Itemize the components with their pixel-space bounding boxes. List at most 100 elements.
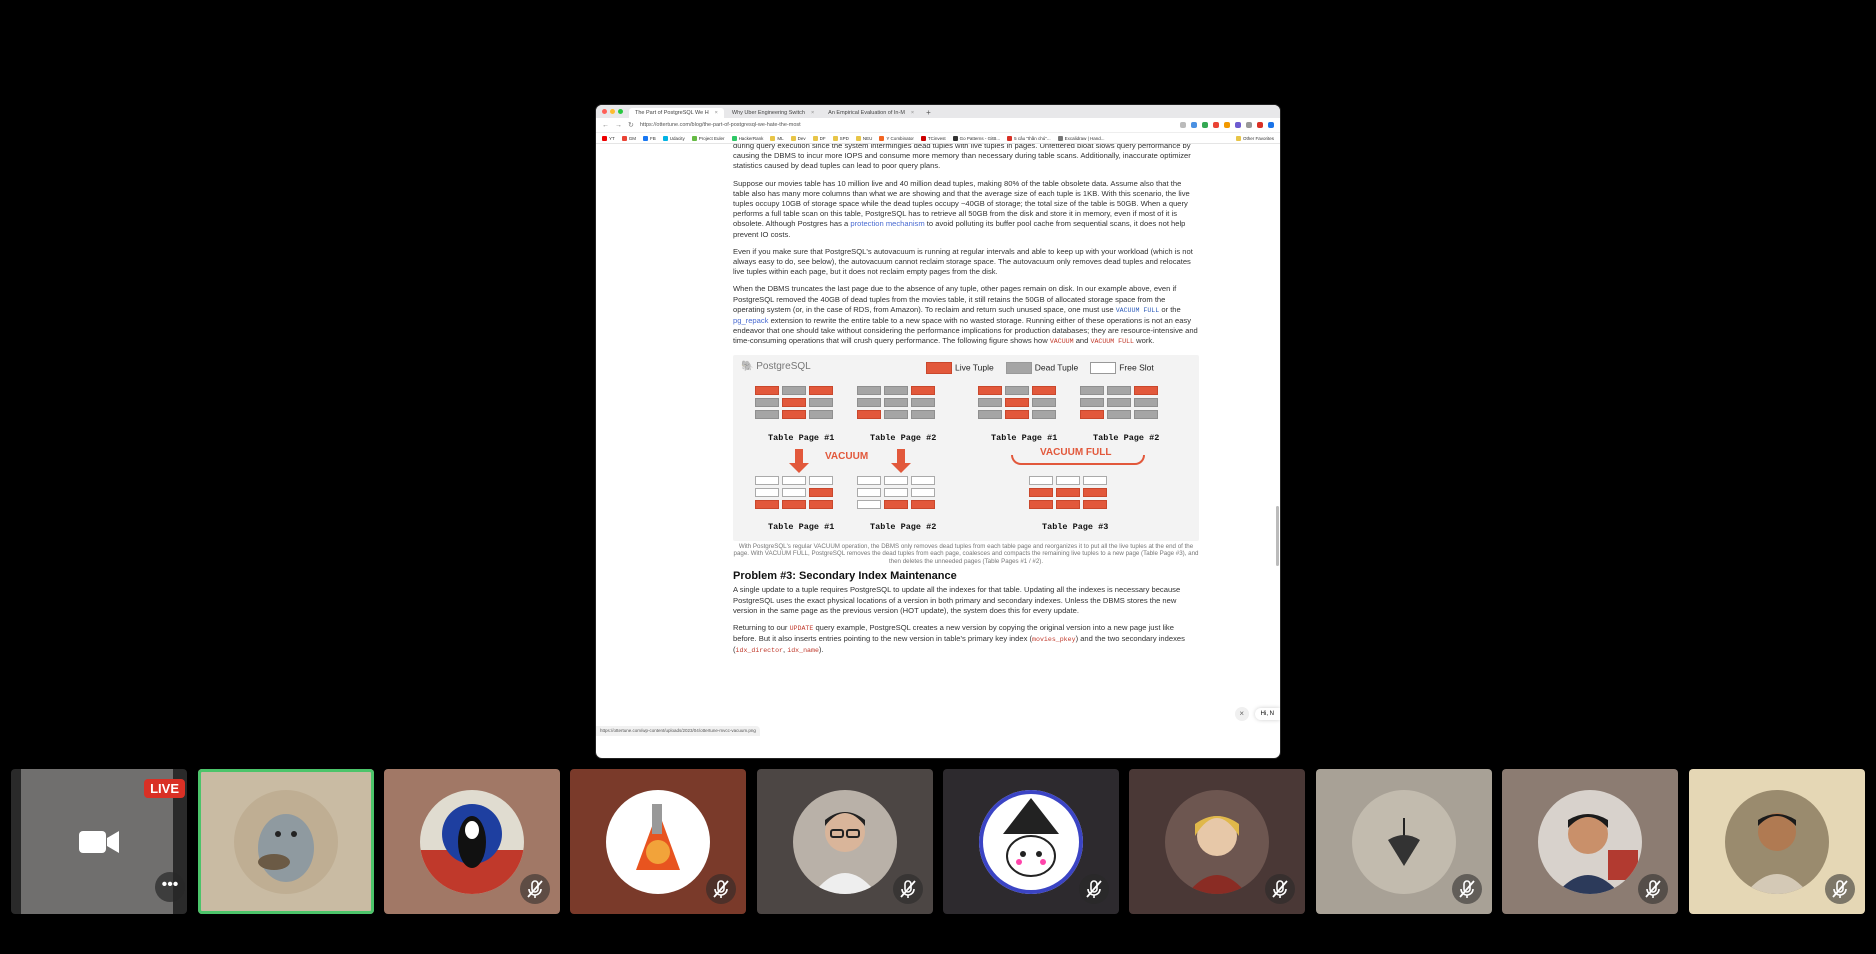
- address-bar-row: ← → ↻ https://ottertune.com/blog/the-par…: [596, 118, 1280, 133]
- article-body: during query execution since the system …: [733, 144, 1199, 664]
- profile-icon[interactable]: [1268, 122, 1274, 128]
- inline-code: VACUUM FULL: [1090, 338, 1135, 346]
- bookmark-folder[interactable]: Dev: [790, 135, 806, 141]
- vacuum-label: VACUUM: [825, 450, 869, 462]
- page-grid-before-2: [857, 385, 935, 419]
- avatar: [420, 789, 524, 894]
- close-tab-icon[interactable]: ×: [911, 108, 914, 118]
- participant-tile[interactable]: [757, 769, 933, 914]
- arrow-head: [789, 462, 809, 473]
- browser-tab-2[interactable]: Why Uber Engineering Switch ×: [726, 108, 820, 118]
- figure-caption: With PostgreSQL's regular VACUUM operati…: [733, 542, 1199, 565]
- tab-label: The Part of PostgreSQL We H: [635, 110, 709, 116]
- participant-tile[interactable]: [384, 769, 560, 914]
- paragraph: Returning to our UPDATE query example, P…: [733, 622, 1185, 655]
- page-grid-before-1: [755, 385, 833, 419]
- label-table-page-3: Table Page #3: [1042, 521, 1109, 532]
- bookmark-item[interactable]: Udacity: [662, 135, 685, 141]
- page-grid-before-full-2: [1080, 385, 1158, 419]
- bookmark-folder[interactable]: ML: [770, 135, 784, 141]
- participant-tile-screen[interactable]: LIVE •••: [11, 769, 187, 914]
- paragraph: Even if you make sure that PostgreSQL's …: [733, 246, 1193, 277]
- scrollbar-thumb[interactable]: [1276, 506, 1279, 566]
- minimize-window-icon[interactable]: [610, 109, 615, 114]
- extension-icon[interactable]: [1257, 122, 1263, 128]
- participant-tile[interactable]: [570, 769, 746, 914]
- video-camera-icon: [79, 830, 119, 853]
- label-table-page-2: Table Page #2: [870, 521, 937, 532]
- new-tab-button[interactable]: +: [922, 108, 935, 118]
- participant-tile[interactable]: [943, 769, 1119, 914]
- label-table-page-2: Table Page #2: [1093, 432, 1160, 443]
- bookmark-item[interactable]: TCinvest: [920, 135, 946, 141]
- browser-tab-3[interactable]: An Empirical Evaluation of In-M ×: [822, 108, 920, 118]
- extension-icon[interactable]: [1246, 122, 1252, 128]
- bookmark-folder[interactable]: DF: [812, 135, 826, 141]
- arrow-down-icon: [897, 448, 905, 463]
- participant-tile[interactable]: [1689, 769, 1865, 914]
- avatar: [234, 789, 338, 894]
- avatar: [979, 789, 1083, 894]
- inline-code: idx_name: [787, 647, 819, 655]
- forward-icon[interactable]: →: [615, 122, 622, 129]
- page-grid-after-1: [755, 475, 833, 509]
- close-tab-icon[interactable]: ×: [715, 108, 718, 118]
- mic-muted-icon: [1825, 874, 1855, 904]
- bookmark-folder[interactable]: NEU: [855, 135, 872, 141]
- participant-tile[interactable]: [1316, 769, 1492, 914]
- postgresql-logo: 🐘 PostgreSQL: [741, 360, 811, 372]
- close-icon[interactable]: ×: [1234, 707, 1249, 721]
- avatar: [1725, 789, 1829, 894]
- avatar: [606, 789, 710, 894]
- bookmark-item[interactable]: Y Combinator: [879, 135, 914, 141]
- page-grid-after-2: [857, 475, 935, 509]
- inline-code: UPDATE: [789, 624, 814, 632]
- bookmark-folder[interactable]: Other Favorites: [1235, 135, 1274, 141]
- bookmark-item[interactable]: YT: [602, 135, 615, 141]
- tab-label: An Empirical Evaluation of In-M: [828, 110, 905, 116]
- dead-swatch: [1005, 361, 1032, 374]
- avatar: [793, 789, 897, 894]
- inline-code: movies_pkey: [1032, 636, 1076, 644]
- bookmark-item[interactable]: HackerRank: [731, 135, 763, 141]
- bookmark-item[interactable]: FB: [643, 135, 656, 141]
- reload-icon[interactable]: ↻: [628, 121, 634, 129]
- link-protection-mechanism[interactable]: protection mechanism: [850, 219, 924, 228]
- chat-widget-toast[interactable]: × Hi, N: [1234, 707, 1280, 721]
- participant-tile-speaking[interactable]: [198, 769, 374, 914]
- paragraph: Suppose our movies table has 10 million …: [733, 178, 1190, 239]
- close-window-icon[interactable]: [602, 109, 607, 114]
- vacuum-figure[interactable]: 🐘 PostgreSQL Live Tuple Dead Tuple Free …: [733, 354, 1199, 541]
- url-field[interactable]: https://ottertune.com/blog/the-part-of-p…: [640, 122, 930, 128]
- bookmark-item[interactable]: Go Patterns - GitB...: [952, 135, 1000, 141]
- bookmark-item[interactable]: 5 câu "thần chú"...: [1007, 135, 1051, 141]
- link-pg-repack[interactable]: pg_repack: [733, 316, 768, 325]
- extension-icon[interactable]: [1202, 122, 1208, 128]
- tab-label: Why Uber Engineering Switch: [731, 110, 805, 116]
- close-tab-icon[interactable]: ×: [811, 108, 814, 118]
- extension-icon[interactable]: [1191, 122, 1197, 128]
- extension-icon[interactable]: [1213, 122, 1219, 128]
- mic-muted-icon: [1638, 874, 1668, 904]
- paragraph: A single update to a tuple requires Post…: [733, 585, 1181, 615]
- bookmark-folder[interactable]: SPD: [832, 135, 849, 141]
- bookmark-item[interactable]: Excalidraw | Hand...: [1057, 135, 1105, 141]
- extension-icon[interactable]: [1180, 122, 1186, 128]
- extension-icon[interactable]: [1224, 122, 1230, 128]
- window-controls: [602, 105, 623, 118]
- avatar: [1352, 789, 1456, 894]
- back-icon[interactable]: ←: [602, 122, 609, 129]
- extension-icon[interactable]: [1235, 122, 1241, 128]
- bookmark-item[interactable]: GM: [621, 135, 636, 141]
- inline-code: VACUUM: [1049, 338, 1074, 346]
- browser-tab-1[interactable]: The Part of PostgreSQL We H ×: [629, 108, 724, 118]
- live-badge: LIVE: [144, 779, 185, 798]
- page-grid-before-full-1: [978, 385, 1056, 419]
- bookmark-item[interactable]: Project Euler: [691, 135, 725, 141]
- participant-tile[interactable]: [1502, 769, 1678, 914]
- participant-tile[interactable]: [1129, 769, 1305, 914]
- maximize-window-icon[interactable]: [618, 109, 623, 114]
- mic-muted-icon: [1079, 874, 1109, 904]
- mic-muted-icon: [1265, 874, 1295, 904]
- more-options-button[interactable]: •••: [155, 872, 185, 902]
